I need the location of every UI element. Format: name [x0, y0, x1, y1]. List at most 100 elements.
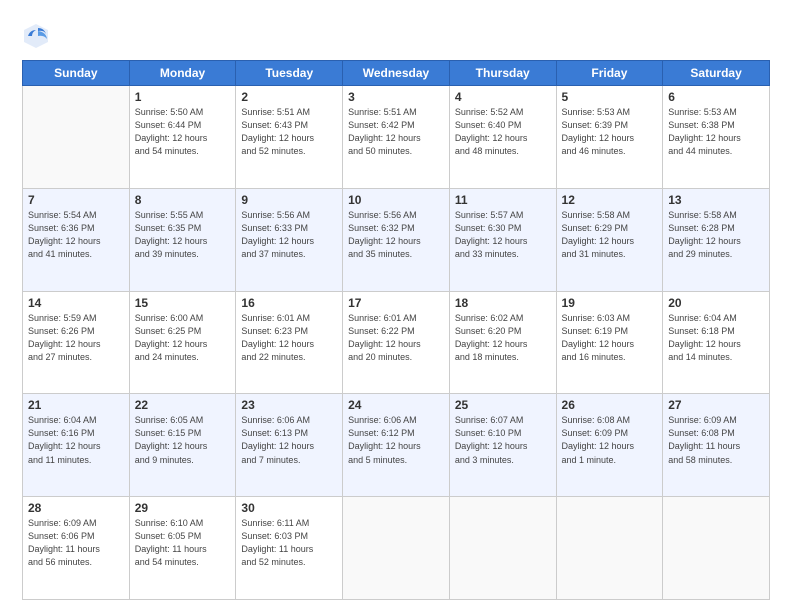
calendar-week-row: 14 Sunrise: 5:59 AMSunset: 6:26 PMDayligh… [23, 291, 770, 394]
day-number: 2 [241, 90, 337, 104]
calendar-cell: 26 Sunrise: 6:08 AMSunset: 6:09 PMDayligh… [556, 394, 663, 497]
day-number: 8 [135, 193, 231, 207]
calendar-cell: 23 Sunrise: 6:06 AMSunset: 6:13 PMDayligh… [236, 394, 343, 497]
calendar-table: SundayMondayTuesdayWednesdayThursdayFrid… [22, 60, 770, 600]
day-info: Sunrise: 6:07 AMSunset: 6:10 PMDaylight:… [455, 414, 551, 466]
day-number: 4 [455, 90, 551, 104]
day-number: 13 [668, 193, 764, 207]
day-info: Sunrise: 5:53 AMSunset: 6:39 PMDaylight:… [562, 106, 658, 158]
day-number: 22 [135, 398, 231, 412]
day-info: Sunrise: 5:54 AMSunset: 6:36 PMDaylight:… [28, 209, 124, 261]
calendar-cell: 11Sunrise: 5:57 AMSunset: 6:30 PMDayligh… [449, 188, 556, 291]
calendar-cell: 20 Sunrise: 6:04 AMSunset: 6:18 PMDayligh… [663, 291, 770, 394]
day-number: 20 [668, 296, 764, 310]
day-info: Sunrise: 5:53 AMSunset: 6:38 PMDaylight:… [668, 106, 764, 158]
calendar-cell: 16 Sunrise: 6:01 AMSunset: 6:23 PMDayligh… [236, 291, 343, 394]
calendar-cell: 8Sunrise: 5:55 AMSunset: 6:35 PMDaylight… [129, 188, 236, 291]
calendar-cell [449, 497, 556, 600]
calendar-cell: 1 Sunrise: 5:50 AMSunset: 6:44 PMDaylight… [129, 86, 236, 189]
calendar-cell [23, 86, 130, 189]
day-number: 1 [135, 90, 231, 104]
calendar-cell: 22 Sunrise: 6:05 AMSunset: 6:15 PMDayligh… [129, 394, 236, 497]
day-number: 14 [28, 296, 124, 310]
calendar-cell: 4 Sunrise: 5:52 AMSunset: 6:40 PMDaylight… [449, 86, 556, 189]
calendar-cell: 6 Sunrise: 5:53 AMSunset: 6:38 PMDaylight… [663, 86, 770, 189]
weekday-header: Friday [556, 61, 663, 86]
day-number: 18 [455, 296, 551, 310]
day-info: Sunrise: 6:10 AMSunset: 6:05 PMDaylight:… [135, 517, 231, 569]
day-info: Sunrise: 6:06 AMSunset: 6:12 PMDaylight:… [348, 414, 444, 466]
calendar-week-row: 7 Sunrise: 5:54 AMSunset: 6:36 PMDaylight… [23, 188, 770, 291]
calendar-cell: 29 Sunrise: 6:10 AMSunset: 6:05 PMDayligh… [129, 497, 236, 600]
day-number: 12 [562, 193, 658, 207]
day-info: Sunrise: 6:05 AMSunset: 6:15 PMDaylight:… [135, 414, 231, 466]
day-info: Sunrise: 6:06 AMSunset: 6:13 PMDaylight:… [241, 414, 337, 466]
calendar-cell: 30 Sunrise: 6:11 AMSunset: 6:03 PMDayligh… [236, 497, 343, 600]
day-info: Sunrise: 5:56 AMSunset: 6:32 PMDaylight:… [348, 209, 444, 261]
day-number: 28 [28, 501, 124, 515]
weekday-header: Monday [129, 61, 236, 86]
weekday-header: Sunday [23, 61, 130, 86]
day-number: 21 [28, 398, 124, 412]
day-number: 10 [348, 193, 444, 207]
calendar-cell: 14 Sunrise: 5:59 AMSunset: 6:26 PMDayligh… [23, 291, 130, 394]
day-number: 7 [28, 193, 124, 207]
day-info: Sunrise: 6:08 AMSunset: 6:09 PMDaylight:… [562, 414, 658, 466]
day-number: 27 [668, 398, 764, 412]
calendar-cell: 27 Sunrise: 6:09 AMSunset: 6:08 PMDayligh… [663, 394, 770, 497]
day-info: Sunrise: 6:00 AMSunset: 6:25 PMDaylight:… [135, 312, 231, 364]
calendar-cell: 9 Sunrise: 5:56 AMSunset: 6:33 PMDaylight… [236, 188, 343, 291]
day-info: Sunrise: 5:58 AMSunset: 6:28 PMDaylight:… [668, 209, 764, 261]
calendar-cell: 19 Sunrise: 6:03 AMSunset: 6:19 PMDayligh… [556, 291, 663, 394]
day-info: Sunrise: 6:09 AMSunset: 6:08 PMDaylight:… [668, 414, 764, 466]
day-info: Sunrise: 5:59 AMSunset: 6:26 PMDaylight:… [28, 312, 124, 364]
day-number: 24 [348, 398, 444, 412]
weekday-header: Saturday [663, 61, 770, 86]
calendar-cell: 13 Sunrise: 5:58 AMSunset: 6:28 PMDayligh… [663, 188, 770, 291]
day-number: 23 [241, 398, 337, 412]
calendar-cell: 2 Sunrise: 5:51 AMSunset: 6:43 PMDaylight… [236, 86, 343, 189]
calendar-cell: 12 Sunrise: 5:58 AMSunset: 6:29 PMDayligh… [556, 188, 663, 291]
weekday-header: Tuesday [236, 61, 343, 86]
page: SundayMondayTuesdayWednesdayThursdayFrid… [0, 0, 792, 612]
day-info: Sunrise: 6:03 AMSunset: 6:19 PMDaylight:… [562, 312, 658, 364]
day-info: Sunrise: 5:52 AMSunset: 6:40 PMDaylight:… [455, 106, 551, 158]
calendar-cell: 15 Sunrise: 6:00 AMSunset: 6:25 PMDayligh… [129, 291, 236, 394]
day-number: 17 [348, 296, 444, 310]
day-number: 6 [668, 90, 764, 104]
day-number: 19 [562, 296, 658, 310]
calendar-cell: 25 Sunrise: 6:07 AMSunset: 6:10 PMDayligh… [449, 394, 556, 497]
day-number: 26 [562, 398, 658, 412]
header [22, 18, 770, 50]
day-info: Sunrise: 5:51 AMSunset: 6:43 PMDaylight:… [241, 106, 337, 158]
calendar-week-row: 28Sunrise: 6:09 AMSunset: 6:06 PMDayligh… [23, 497, 770, 600]
day-number: 25 [455, 398, 551, 412]
calendar-cell: 7 Sunrise: 5:54 AMSunset: 6:36 PMDaylight… [23, 188, 130, 291]
day-info: Sunrise: 6:11 AMSunset: 6:03 PMDaylight:… [241, 517, 337, 569]
calendar-cell: 5Sunrise: 5:53 AMSunset: 6:39 PMDaylight… [556, 86, 663, 189]
day-info: Sunrise: 6:01 AMSunset: 6:22 PMDaylight:… [348, 312, 444, 364]
calendar-cell: 21 Sunrise: 6:04 AMSunset: 6:16 PMDayligh… [23, 394, 130, 497]
logo-icon [22, 22, 50, 50]
weekday-header: Wednesday [343, 61, 450, 86]
day-info: Sunrise: 5:50 AMSunset: 6:44 PMDaylight:… [135, 106, 231, 158]
day-info: Sunrise: 6:04 AMSunset: 6:18 PMDaylight:… [668, 312, 764, 364]
weekday-header-row: SundayMondayTuesdayWednesdayThursdayFrid… [23, 61, 770, 86]
calendar-cell: 3Sunrise: 5:51 AMSunset: 6:42 PMDaylight… [343, 86, 450, 189]
day-info: Sunrise: 5:56 AMSunset: 6:33 PMDaylight:… [241, 209, 337, 261]
day-info: Sunrise: 6:04 AMSunset: 6:16 PMDaylight:… [28, 414, 124, 466]
day-number: 29 [135, 501, 231, 515]
calendar-cell [343, 497, 450, 600]
day-number: 16 [241, 296, 337, 310]
calendar-cell [556, 497, 663, 600]
day-number: 3 [348, 90, 444, 104]
day-info: Sunrise: 5:58 AMSunset: 6:29 PMDaylight:… [562, 209, 658, 261]
day-info: Sunrise: 6:02 AMSunset: 6:20 PMDaylight:… [455, 312, 551, 364]
day-info: Sunrise: 6:01 AMSunset: 6:23 PMDaylight:… [241, 312, 337, 364]
day-number: 30 [241, 501, 337, 515]
day-info: Sunrise: 5:57 AMSunset: 6:30 PMDaylight:… [455, 209, 551, 261]
calendar-week-row: 21 Sunrise: 6:04 AMSunset: 6:16 PMDayligh… [23, 394, 770, 497]
calendar-cell: 10 Sunrise: 5:56 AMSunset: 6:32 PMDayligh… [343, 188, 450, 291]
day-number: 9 [241, 193, 337, 207]
day-number: 15 [135, 296, 231, 310]
